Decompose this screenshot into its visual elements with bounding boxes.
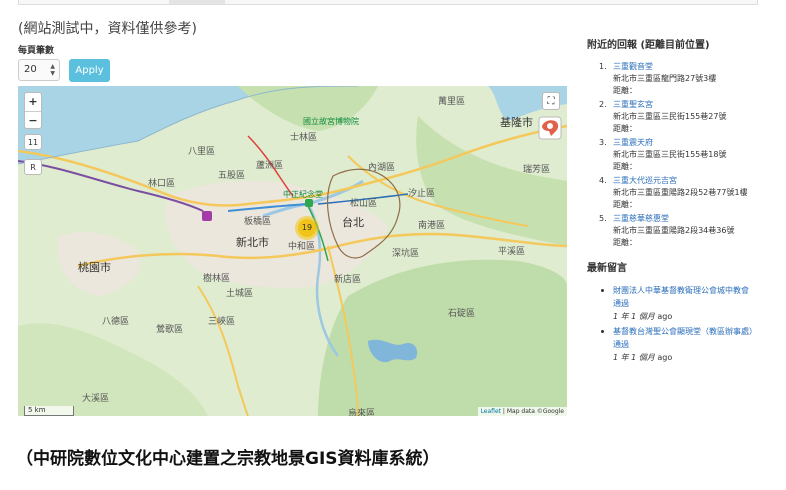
map-label-ruifang: 瑞芳區	[523, 165, 551, 175]
fullscreen-icon[interactable]: ⛶	[542, 92, 560, 110]
map-label-tucheng: 土城區	[226, 289, 254, 299]
news-title: 最新留言	[587, 263, 627, 274]
comment-ago: ago	[654, 353, 673, 362]
attribution-text: | Map data ©Google	[502, 408, 564, 415]
map-label-sanxia: 三峽區	[208, 317, 236, 327]
leaflet-link[interactable]: Leaflet	[481, 408, 501, 415]
temple-distance: 距離：	[613, 200, 637, 209]
temple-link[interactable]: 三重大代巡元吉宮	[613, 175, 762, 187]
top-tab-bar	[18, 0, 758, 5]
map-label-cks: 中正紀念堂	[283, 190, 323, 199]
map-scale: 5 km	[24, 406, 74, 416]
per-page-value: 20	[24, 64, 37, 75]
zoom-in-button[interactable]: +	[25, 93, 41, 111]
map-label-museum: 國立故宮博物院	[303, 117, 359, 126]
map-label-linkou: 林口區	[148, 179, 176, 189]
sidebar: 附近的回報 (距離目前位置) 1. 三重觀音堂 新北市三重區龍門路27號3樓 距…	[587, 36, 762, 366]
map-label-zhonghe: 中和區	[288, 242, 316, 252]
list-item: 1. 三重觀音堂 新北市三重區龍門路27號3樓 距離：	[587, 61, 762, 97]
map-label-shiding: 石碇區	[448, 309, 476, 319]
comment-age: 1 年 1 個月	[613, 353, 655, 362]
site-notice: (網站測試中，資料僅供參考)	[18, 21, 197, 37]
list-item: 財團法人中華基督教衛理公會城中教會 通過 1 年 1 個月 ago	[587, 284, 762, 323]
map-label-wulai: 烏來區	[348, 409, 376, 416]
page-caption: （中研院數位文化中心建置之宗教地景GIS資料庫系統）	[16, 449, 440, 469]
list-item: 5. 三重慈華慈惠堂 新北市三重區重陽路2段34巷36號 距離：	[587, 213, 762, 249]
nearby-list: 1. 三重觀音堂 新北市三重區龍門路27號3樓 距離： 2. 三重聖玄宮 新北市…	[587, 61, 762, 249]
temple-distance: 距離：	[613, 124, 637, 133]
nearby-title: 附近的回報 (距離目前位置)	[587, 40, 710, 51]
news-list: 財團法人中華基督教衛理公會城中教會 通過 1 年 1 個月 ago 基督教台灣聖…	[587, 284, 762, 364]
comment-ago: ago	[654, 312, 673, 321]
map-label-wanli: 萬里區	[438, 97, 466, 107]
temple-address: 新北市三重區重陽路2段34巷36號	[613, 226, 735, 235]
map-label-taoyuan: 桃園市	[78, 261, 111, 274]
map-label-xizhi: 汐止區	[408, 189, 436, 199]
temple-address: 新北市三重區龍門路27號3樓	[613, 74, 717, 83]
map-label-shulin: 樹林區	[203, 274, 231, 284]
per-page-label: 每頁筆數	[18, 46, 55, 56]
temple-link[interactable]: 三重觀音堂	[613, 61, 762, 73]
list-item: 4. 三重大代巡元吉宮 新北市三重區重陽路2段52巷77號1樓 距離：	[587, 175, 762, 211]
list-number: 5.	[599, 214, 607, 223]
bullet-icon	[601, 289, 604, 292]
comment-time: 1 年 1 個月 ago	[613, 310, 762, 323]
zoom-control: + −	[24, 92, 42, 129]
map-label-neihu: 內湖區	[368, 163, 396, 173]
map-label-bali: 八里區	[188, 147, 216, 157]
temple-link[interactable]: 三重震天府	[613, 137, 762, 149]
map-label-yingge: 鶯歌區	[156, 325, 184, 335]
temple-link[interactable]: 三重慈華慈惠堂	[613, 213, 762, 225]
select-arrows-icon: ▲ ▼	[50, 63, 55, 77]
per-page-select[interactable]: 20 ▲ ▼	[18, 59, 60, 81]
temple-distance: 距離：	[613, 162, 637, 171]
map-label-xindian: 新店區	[334, 275, 362, 285]
apply-button[interactable]: Apply	[69, 59, 110, 82]
temple-address: 新北市三重區三民街155巷18號	[613, 150, 727, 159]
map-label-newtaipei: 新北市	[236, 236, 269, 249]
comment-status[interactable]: 通過	[613, 297, 762, 310]
list-item: 3. 三重震天府 新北市三重區三民街155巷18號 距離：	[587, 137, 762, 173]
map-attribution: Leaflet | Map data ©Google	[477, 407, 567, 416]
list-number: 2.	[599, 100, 607, 109]
comment-link[interactable]: 財團法人中華基督教衛理公會城中教會	[613, 284, 762, 297]
temple-address: 新北市三重區重陽路2段52巷77號1樓	[613, 188, 748, 197]
active-tab[interactable]	[169, 0, 225, 4]
map-label-banqiao: 板橋區	[244, 217, 272, 227]
map-label-pingxi: 平溪區	[498, 247, 526, 257]
marker-cluster[interactable]: 19	[295, 216, 319, 240]
comment-time: 1 年 1 個月 ago	[613, 351, 762, 364]
list-item: 基督教台灣聖公會顯現堂（教區辦事處） 通過 1 年 1 個月 ago	[587, 325, 762, 364]
map-label-bade: 八德區	[102, 317, 130, 327]
zoom-level-indicator: 11	[24, 134, 42, 150]
temple-address: 新北市三重區三民街155巷27號	[613, 112, 727, 121]
map-label-wugu: 五股區	[218, 171, 246, 181]
list-number: 1.	[599, 62, 607, 71]
comment-status[interactable]: 通過	[613, 338, 762, 351]
locate-me-icon[interactable]	[538, 116, 562, 140]
temple-link[interactable]: 三重聖玄宮	[613, 99, 762, 111]
cluster-count: 19	[298, 219, 316, 237]
map-label-songshan: 松山區	[350, 199, 378, 209]
list-number: 3.	[599, 138, 607, 147]
map-label-taipei: 台北	[342, 216, 364, 229]
map-label-daxi: 大溪區	[82, 394, 110, 404]
map-label-shenkeng: 深坑區	[392, 249, 420, 259]
map-label-nangang: 南港區	[418, 221, 446, 231]
zoom-out-button[interactable]: −	[25, 111, 41, 129]
temple-distance: 距離：	[613, 86, 637, 95]
list-number: 4.	[599, 176, 607, 185]
map-label-keelung: 基隆市	[500, 116, 533, 129]
list-item: 2. 三重聖玄宮 新北市三重區三民街155巷27號 距離：	[587, 99, 762, 135]
map-view[interactable]: 桃園市 新北市 台北 基隆市 國立故宮博物院 中正紀念堂 板橋區 中和區 新店區…	[18, 86, 567, 416]
bullet-icon	[601, 330, 604, 333]
map-label-shilin: 士林區	[290, 133, 318, 143]
reset-view-button[interactable]: R	[24, 159, 42, 175]
comment-age: 1 年 1 個月	[613, 312, 655, 321]
map-label-luzhou: 蘆洲區	[256, 161, 284, 171]
comment-link[interactable]: 基督教台灣聖公會顯現堂（教區辦事處）	[613, 325, 762, 338]
temple-distance: 距離：	[613, 238, 637, 247]
